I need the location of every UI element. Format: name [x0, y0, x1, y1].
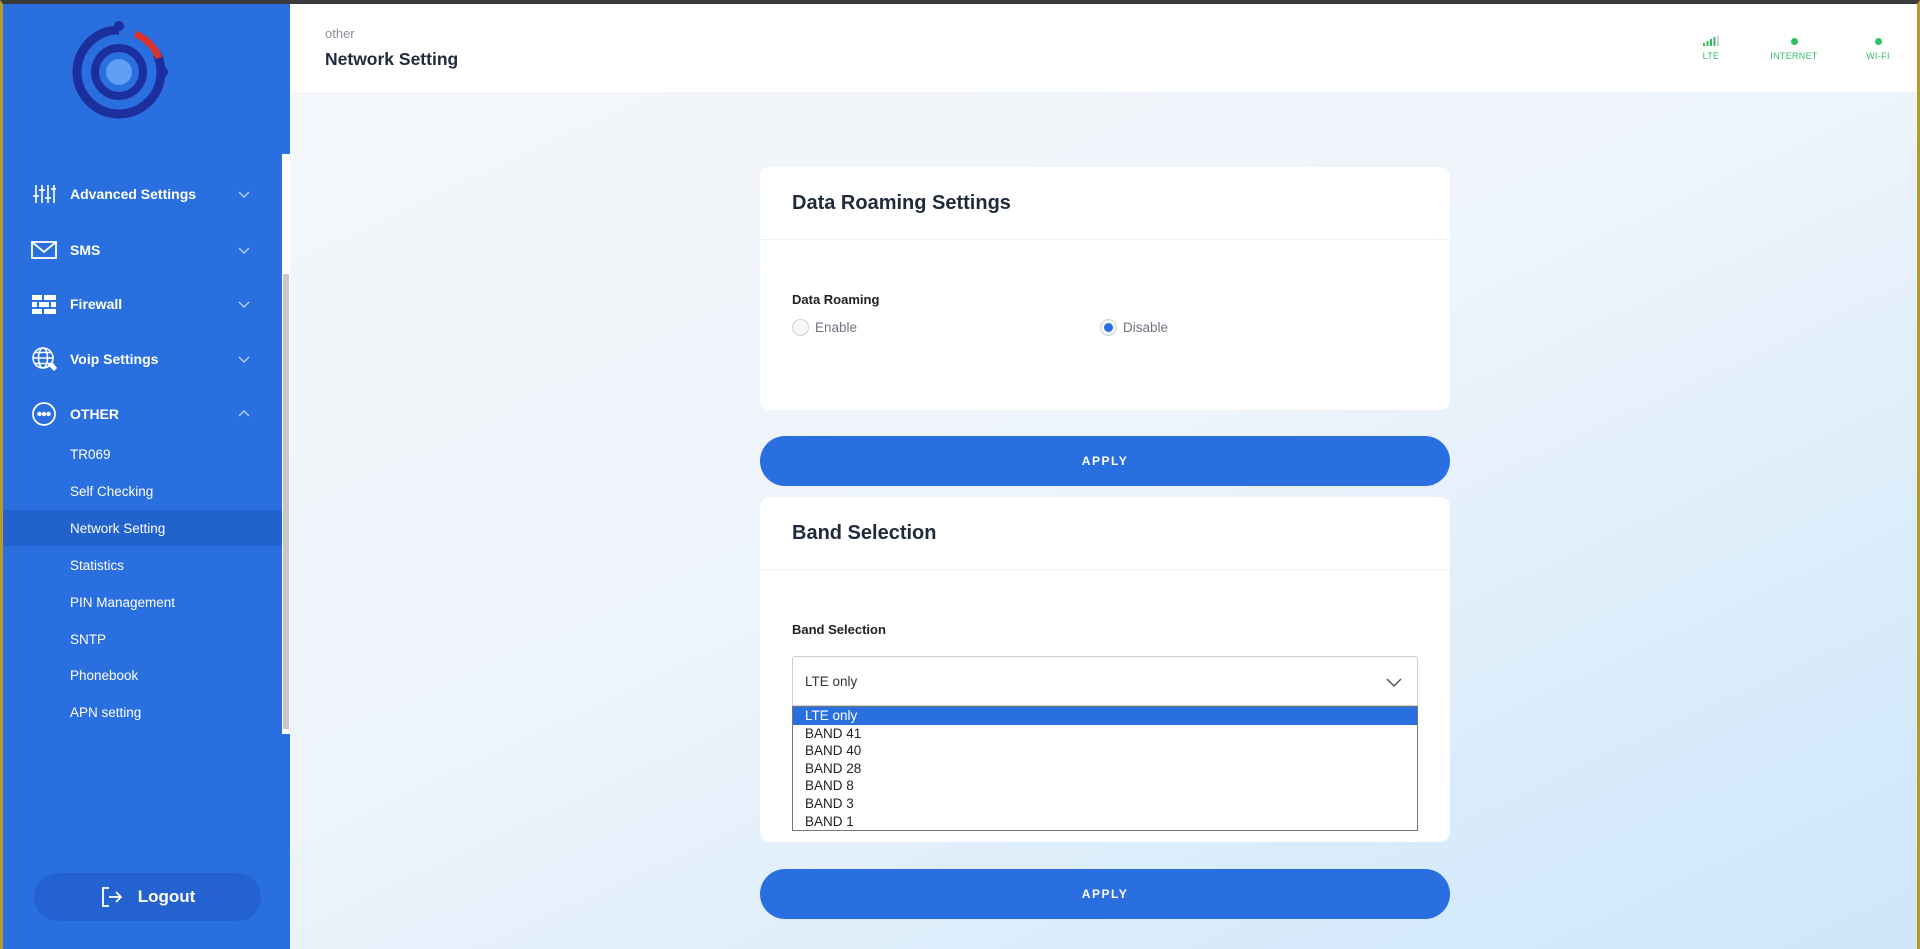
sidebar-item-firewall[interactable]: Firewall — [3, 284, 282, 324]
chevron-down-icon — [1386, 678, 1402, 688]
logout-icon — [101, 887, 122, 907]
brand-logo — [72, 21, 168, 119]
status-dot-icon — [1790, 38, 1798, 45]
status-dot-icon — [1874, 38, 1882, 45]
radio-enable[interactable]: Enable — [792, 319, 857, 336]
sidebar-scrollbar[interactable] — [282, 154, 290, 734]
breadcrumb: other — [325, 26, 355, 41]
more-circle-icon — [31, 401, 57, 427]
chevron-down-icon — [238, 356, 250, 363]
dropdown-option[interactable]: BAND 3 — [793, 795, 1417, 813]
chevron-down-icon — [238, 191, 250, 198]
sidebar-subitem-statistics[interactable]: Statistics — [3, 547, 282, 583]
status-wifi: WI-FI — [1838, 34, 1917, 61]
sliders-icon — [31, 181, 57, 207]
band-selection-card: Band Selection Band Selection LTE only L… — [760, 497, 1450, 842]
radio-disable[interactable]: Disable — [1100, 319, 1168, 336]
chevron-up-icon — [238, 410, 250, 417]
dropdown-option[interactable]: BAND 40 — [793, 742, 1417, 760]
sidebar-item-label: Voip Settings — [70, 351, 159, 367]
apply-band-button[interactable]: APPLY — [760, 869, 1450, 919]
radio-label: Enable — [815, 320, 858, 335]
sidebar-item-advanced-settings[interactable]: Advanced Settings — [3, 174, 282, 214]
globe-icon — [31, 346, 57, 372]
sidebar-item-label: OTHER — [70, 406, 119, 422]
sidebar-subitem-self-checking[interactable]: Self Checking — [3, 473, 282, 509]
sidebar-subitem-network-setting[interactable]: Network Setting — [3, 510, 282, 546]
status-label: INTERNET — [1770, 51, 1818, 61]
page-title: Network Setting — [325, 49, 459, 69]
logout-label: Logout — [137, 887, 196, 906]
sidebar-subitem-sntp[interactable]: SNTP — [3, 621, 282, 657]
sidebar-item-other[interactable]: OTHER — [3, 394, 282, 434]
card-title: Data Roaming Settings — [760, 167, 1450, 240]
chevron-down-icon — [238, 247, 250, 254]
app-window: Advanced Settings SMS Firewall Voip Sett… — [0, 0, 1920, 949]
radio-circle[interactable] — [792, 319, 809, 336]
sidebar-item-label: Advanced Settings — [70, 186, 197, 202]
sidebar-subitem-apn-setting[interactable]: APN setting — [3, 694, 282, 730]
status-label: WI-FI — [1866, 51, 1890, 61]
chevron-down-icon — [238, 301, 250, 308]
sidebar-scrollbar-thumb[interactable] — [283, 274, 289, 729]
firewall-icon — [31, 291, 57, 317]
dropdown-option[interactable]: BAND 1 — [793, 813, 1417, 831]
sidebar-item-sms[interactable]: SMS — [3, 230, 282, 270]
sidebar: Advanced Settings SMS Firewall Voip Sett… — [3, 4, 290, 949]
sidebar-item-label: Firewall — [70, 296, 123, 312]
status-lte: LTE — [1671, 34, 1751, 61]
data-roaming-card: Data Roaming Settings Data Roaming Enabl… — [760, 167, 1450, 410]
dropdown-option[interactable]: BAND 41 — [793, 725, 1417, 743]
status-internet: INTERNET — [1754, 34, 1834, 61]
top-header: other Network Setting LTE INTERNET WI-FI — [290, 4, 1917, 92]
logout-button[interactable]: Logout — [34, 873, 261, 921]
card-title: Band Selection — [760, 497, 1450, 570]
band-select[interactable]: LTE only — [792, 656, 1418, 706]
sidebar-item-label: SMS — [70, 242, 101, 258]
dropdown-option[interactable]: LTE only — [793, 707, 1417, 725]
sidebar-subitem-phonebook[interactable]: Phonebook — [3, 657, 282, 693]
sidebar-item-voip-settings[interactable]: Voip Settings — [3, 339, 282, 379]
status-label: LTE — [1702, 51, 1720, 61]
envelope-icon — [31, 237, 57, 263]
sidebar-subitem-pin-management[interactable]: PIN Management — [3, 584, 282, 620]
radio-circle[interactable] — [1100, 319, 1117, 336]
field-label: Data Roaming — [792, 292, 880, 307]
sidebar-subitem-tr069[interactable]: TR069 — [3, 436, 282, 472]
band-select-value: LTE only — [805, 673, 858, 689]
radio-label: Disable — [1123, 320, 1169, 335]
signal-bars-icon — [1703, 36, 1719, 46]
dropdown-option[interactable]: BAND 8 — [793, 777, 1417, 795]
main-content: Data Roaming Settings Data Roaming Enabl… — [290, 92, 1917, 949]
field-label: Band Selection — [792, 622, 886, 637]
band-dropdown-list: LTE only BAND 41 BAND 40 BAND 28 BAND 8 … — [792, 706, 1418, 832]
apply-roaming-button[interactable]: APPLY — [760, 436, 1450, 486]
dropdown-option[interactable]: BAND 28 — [793, 760, 1417, 778]
